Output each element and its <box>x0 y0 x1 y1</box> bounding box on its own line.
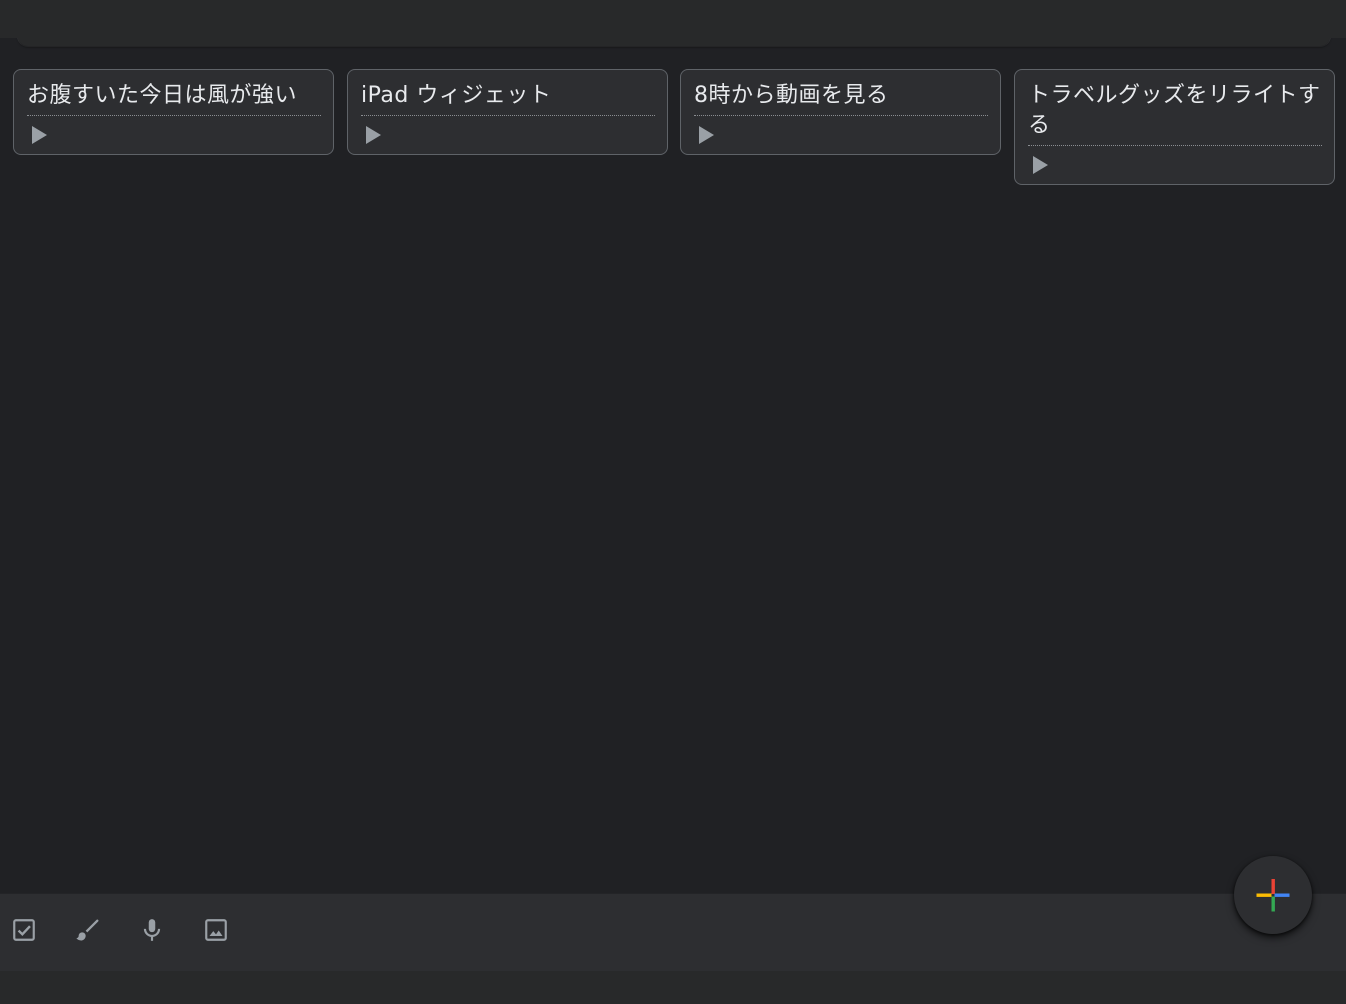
note-card[interactable]: 8時から動画を見る <box>680 69 1001 155</box>
new-drawing-button[interactable] <box>72 914 104 946</box>
note-title: お腹すいた今日は風が強い <box>27 81 321 116</box>
note-title: 8時から動画を見る <box>694 81 988 116</box>
checkbox-icon <box>13 919 35 941</box>
note-card[interactable]: お腹すいた今日は風が強い <box>13 69 334 155</box>
new-note-fab[interactable] <box>1234 856 1312 934</box>
play-icon[interactable] <box>32 126 47 144</box>
new-audio-note-button[interactable] <box>136 914 168 946</box>
play-icon[interactable] <box>699 126 714 144</box>
note-title: iPad ウィジェット <box>361 81 655 116</box>
note-card[interactable]: iPad ウィジェット <box>347 69 668 155</box>
new-list-button[interactable] <box>8 914 40 946</box>
microphone-icon <box>143 919 161 941</box>
new-image-note-button[interactable] <box>200 914 232 946</box>
note-card[interactable]: トラベルグッズをリライトする <box>1014 69 1335 185</box>
multicolor-plus-icon <box>1256 879 1290 912</box>
play-icon[interactable] <box>1033 156 1048 174</box>
play-icon[interactable] <box>366 126 381 144</box>
system-navigation-area <box>0 971 1346 1004</box>
note-title: トラベルグッズをリライトする <box>1028 81 1322 146</box>
bottom-toolbar <box>0 893 1346 972</box>
top-app-bar <box>0 0 1346 38</box>
image-icon <box>205 919 227 941</box>
brush-icon <box>76 919 99 941</box>
